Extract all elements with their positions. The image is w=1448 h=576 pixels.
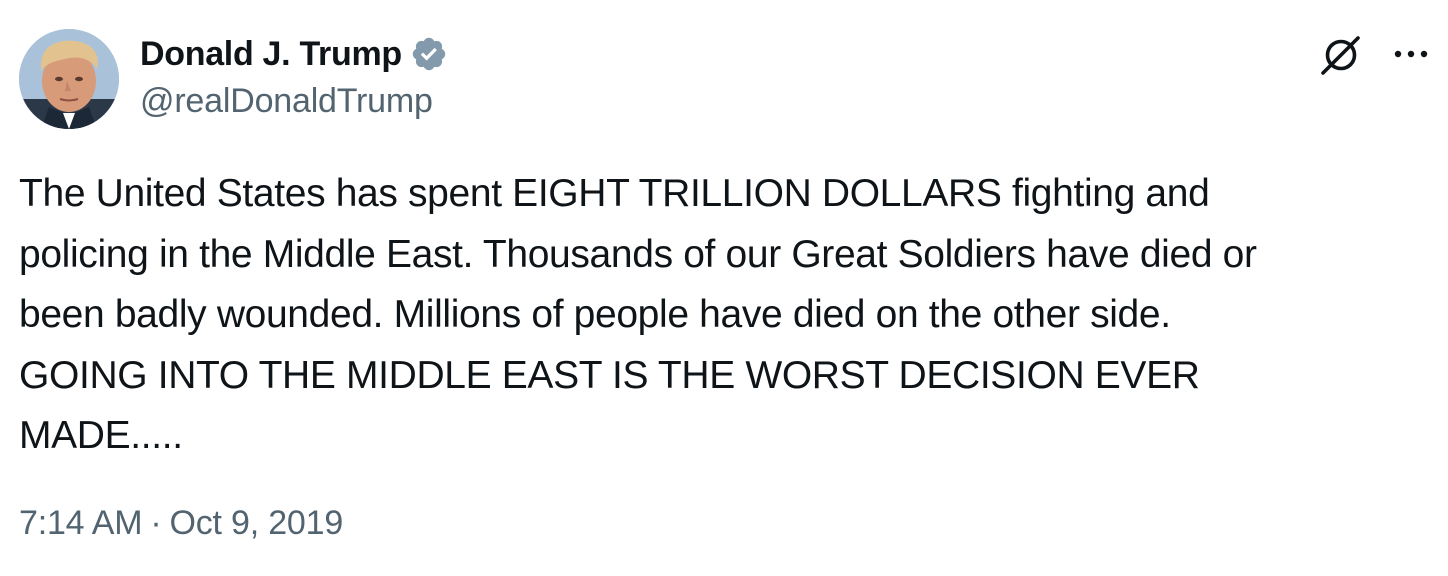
author-handle[interactable]: @realDonaldTrump: [140, 82, 433, 121]
more-options-button[interactable]: [1388, 34, 1434, 74]
tweet-time: 7:14 AM: [19, 504, 143, 542]
timestamp-separator: ·: [150, 504, 162, 542]
tweet-card: Donald J. Trump @realDonaldTrump The Uni…: [0, 0, 1448, 576]
grok-icon: [1321, 36, 1360, 75]
tweet-date: Oct 9, 2019: [169, 504, 344, 542]
avatar[interactable]: [19, 29, 119, 129]
tweet-text: The United States has spent EIGHT TRILLI…: [19, 172, 1257, 457]
avatar-image: [19, 29, 119, 129]
author-name-row: Donald J. Trump: [140, 30, 448, 78]
grok-button[interactable]: [1318, 32, 1364, 78]
verified-badge-icon[interactable]: [410, 35, 448, 73]
timestamp-link[interactable]: 7:14 AM · Oct 9, 2019: [19, 504, 343, 543]
more-icon: [1394, 50, 1428, 58]
author-name[interactable]: Donald J. Trump: [140, 35, 402, 74]
